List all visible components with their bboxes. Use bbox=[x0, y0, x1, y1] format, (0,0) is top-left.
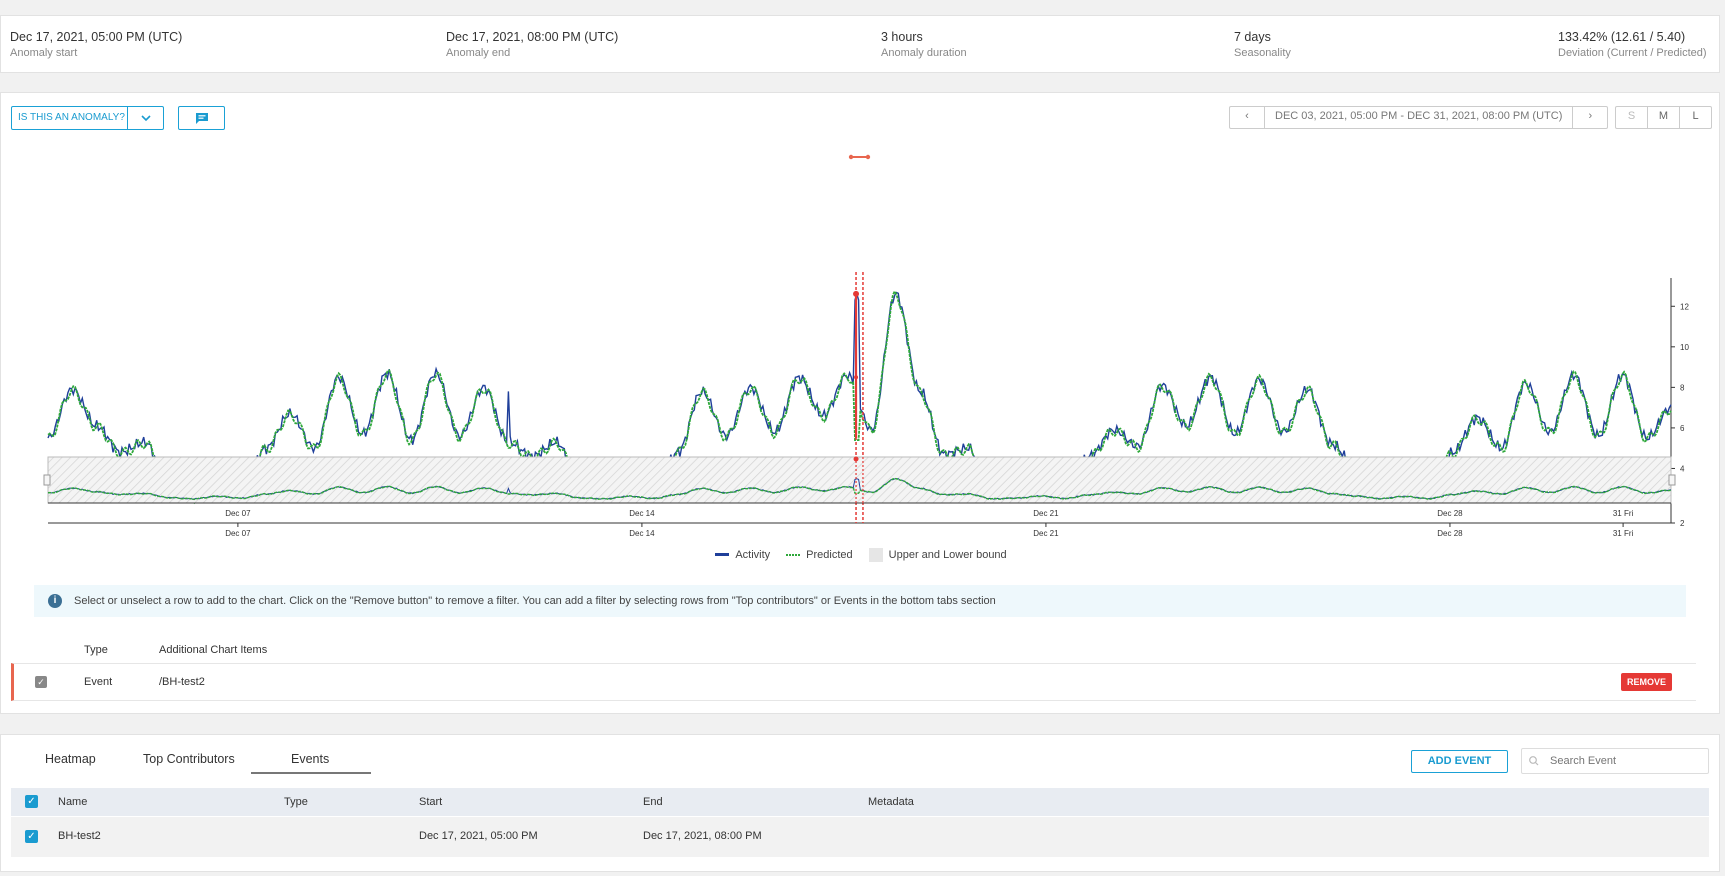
events-table-header: ✓ Name Type Start End Metadata bbox=[11, 788, 1709, 816]
navigator-x-tick-label: Dec 07 bbox=[225, 509, 251, 518]
metric-deviation: 133.42% (12.61 / 5.40) Deviation (Curren… bbox=[1558, 30, 1707, 59]
add-event-button[interactable]: ADD EVENT bbox=[1411, 750, 1508, 773]
event-start: Dec 17, 2021, 05:00 PM bbox=[419, 830, 538, 842]
metric-label: Seasonality bbox=[1234, 47, 1291, 59]
metric-label: Anomaly start bbox=[10, 47, 78, 59]
col-type[interactable]: Type bbox=[284, 796, 308, 808]
anomaly-range-marker-end[interactable] bbox=[865, 154, 871, 160]
info-banner: i Select or unselect a row to add to the… bbox=[34, 585, 1686, 617]
legend-predicted-label: Predicted bbox=[806, 549, 853, 561]
x-tick-label: Dec 28 bbox=[1437, 529, 1463, 538]
remove-button[interactable]: REMOVE bbox=[1620, 673, 1672, 691]
col-start[interactable]: Start bbox=[419, 796, 442, 808]
chart-item-row[interactable]: ✓ Event /BH-test2 REMOVE bbox=[11, 663, 1696, 701]
x-tick-label: Dec 07 bbox=[225, 529, 251, 538]
y-tick-label: 10 bbox=[1680, 343, 1689, 352]
event-end: Dec 17, 2021, 08:00 PM bbox=[643, 830, 762, 842]
chart-size-toggle: S M L bbox=[1615, 106, 1712, 129]
x-tick-label: Dec 14 bbox=[629, 529, 655, 538]
is-anomaly-label[interactable]: IS THIS AN ANOMALY? bbox=[12, 107, 128, 129]
chart-item-name: /BH-test2 bbox=[159, 676, 205, 688]
size-m-button[interactable]: M bbox=[1647, 107, 1679, 128]
metric-label: Deviation (Current / Predicted) bbox=[1558, 47, 1707, 59]
y-tick-label: 2 bbox=[1680, 519, 1685, 528]
legend-predicted-swatch bbox=[786, 554, 801, 556]
col-name[interactable]: Name bbox=[58, 796, 87, 808]
range-prev-button[interactable]: ‹ bbox=[1230, 107, 1264, 128]
anomaly-summary: Dec 17, 2021, 05:00 PM (UTC) Anomaly sta… bbox=[0, 15, 1720, 73]
date-range-navigator: ‹ DEC 03, 2021, 05:00 PM - DEC 31, 2021,… bbox=[1229, 106, 1609, 129]
anomaly-point[interactable] bbox=[853, 290, 860, 297]
event-name: BH-test2 bbox=[58, 830, 101, 842]
metric-anomaly-start: Dec 17, 2021, 05:00 PM (UTC) Anomaly sta… bbox=[10, 30, 182, 59]
comment-button[interactable] bbox=[178, 106, 225, 130]
comment-icon bbox=[195, 112, 208, 124]
is-anomaly-dropdown[interactable]: IS THIS AN ANOMALY? bbox=[11, 106, 164, 130]
navigator-anomaly-point bbox=[853, 456, 859, 462]
chart-items-type-header: Type bbox=[84, 644, 108, 656]
navigator-left-handle[interactable] bbox=[43, 474, 51, 486]
navigator-x-tick-label: 31 Fri bbox=[1613, 509, 1634, 518]
metric-seasonality: 7 days Seasonality bbox=[1234, 30, 1291, 59]
row-checkbox[interactable]: ✓ bbox=[25, 830, 38, 843]
active-tab-underline bbox=[251, 772, 371, 774]
col-end[interactable]: End bbox=[643, 796, 663, 808]
legend-bounds[interactable]: Upper and Lower bound bbox=[868, 548, 1007, 562]
tab-events[interactable]: Events bbox=[291, 752, 329, 766]
metric-value: 7 days bbox=[1234, 30, 1271, 44]
metric-value: 3 hours bbox=[881, 30, 923, 44]
search-icon bbox=[1529, 756, 1539, 766]
metric-value: Dec 17, 2021, 05:00 PM (UTC) bbox=[10, 30, 183, 44]
navigator-x-tick-label: Dec 21 bbox=[1033, 509, 1059, 518]
table-row[interactable]: ✓ BH-test2 Dec 17, 2021, 05:00 PM Dec 17… bbox=[11, 817, 1709, 857]
size-l-button[interactable]: L bbox=[1679, 107, 1711, 128]
navigator-plot-area[interactable]: Dec 07 Dec 14 Dec 21 Dec 28 31 Fri bbox=[43, 456, 1676, 519]
anomaly-range-marker-start[interactable] bbox=[848, 154, 854, 160]
chart-item-checkbox[interactable]: ✓ bbox=[35, 676, 47, 688]
legend-activity[interactable]: Activity bbox=[715, 548, 770, 562]
info-icon: i bbox=[48, 594, 62, 608]
size-s-button[interactable]: S bbox=[1616, 107, 1647, 128]
metric-label: Anomaly end bbox=[446, 47, 511, 59]
chart-items-item-header: Additional Chart Items bbox=[159, 644, 268, 656]
y-tick-label: 4 bbox=[1680, 464, 1685, 473]
navigator-right-handle[interactable] bbox=[1668, 474, 1676, 486]
date-range-label[interactable]: DEC 03, 2021, 05:00 PM - DEC 31, 2021, 0… bbox=[1264, 107, 1574, 128]
legend-predicted[interactable]: Predicted bbox=[786, 548, 853, 562]
metric-value: Dec 17, 2021, 08:00 PM (UTC) bbox=[446, 30, 619, 44]
navigator-x-tick-label: Dec 14 bbox=[629, 509, 655, 518]
navigator-x-tick-label: Dec 28 bbox=[1437, 509, 1463, 518]
metric-value: 133.42% (12.61 / 5.40) bbox=[1558, 30, 1686, 44]
chevron-down-icon[interactable] bbox=[128, 107, 163, 129]
navigator-selection[interactable] bbox=[47, 456, 1672, 504]
y-tick-label: 8 bbox=[1680, 383, 1685, 392]
legend-activity-label: Activity bbox=[735, 549, 771, 561]
anomaly-point[interactable] bbox=[854, 375, 859, 380]
select-all-checkbox[interactable]: ✓ bbox=[25, 795, 38, 808]
chart-item-type: Event bbox=[84, 676, 113, 688]
legend-activity-swatch bbox=[715, 553, 730, 556]
x-tick-label: 31 Fri bbox=[1613, 529, 1634, 538]
tab-top-contributors[interactable]: Top Contributors bbox=[143, 752, 235, 766]
bottom-tabs-panel: Heatmap Top Contributors Events ADD EVEN… bbox=[0, 734, 1720, 872]
chart-panel: IS THIS AN ANOMALY? ‹ DEC 03, 2021, 05:0… bbox=[0, 92, 1720, 714]
metric-label: Anomaly duration bbox=[881, 47, 967, 59]
legend-bounds-swatch bbox=[868, 548, 883, 562]
legend-bounds-label: Upper and Lower bound bbox=[888, 549, 1007, 561]
x-tick-label: Dec 21 bbox=[1033, 529, 1059, 538]
range-next-button[interactable]: › bbox=[1573, 107, 1607, 128]
info-text: Select or unselect a row to add to the c… bbox=[74, 595, 996, 607]
y-tick-label: 6 bbox=[1680, 424, 1685, 433]
tab-heatmap[interactable]: Heatmap bbox=[45, 752, 96, 766]
search-event-box[interactable] bbox=[1521, 748, 1709, 774]
chart-legend: Activity Predicted Upper and Lower bound bbox=[1, 548, 1721, 562]
col-metadata[interactable]: Metadata bbox=[868, 796, 914, 808]
metric-anomaly-duration: 3 hours Anomaly duration bbox=[881, 30, 967, 59]
metric-anomaly-end: Dec 17, 2021, 08:00 PM (UTC) Anomaly end bbox=[446, 30, 618, 59]
y-tick-label: 12 bbox=[1680, 302, 1689, 311]
timeseries-chart[interactable]: 2 4 6 8 10 12 Dec 07 Dec 14 Dec 21 Dec 28 31 Fri D… bbox=[1, 153, 1721, 543]
search-event-input[interactable] bbox=[1548, 754, 1692, 768]
